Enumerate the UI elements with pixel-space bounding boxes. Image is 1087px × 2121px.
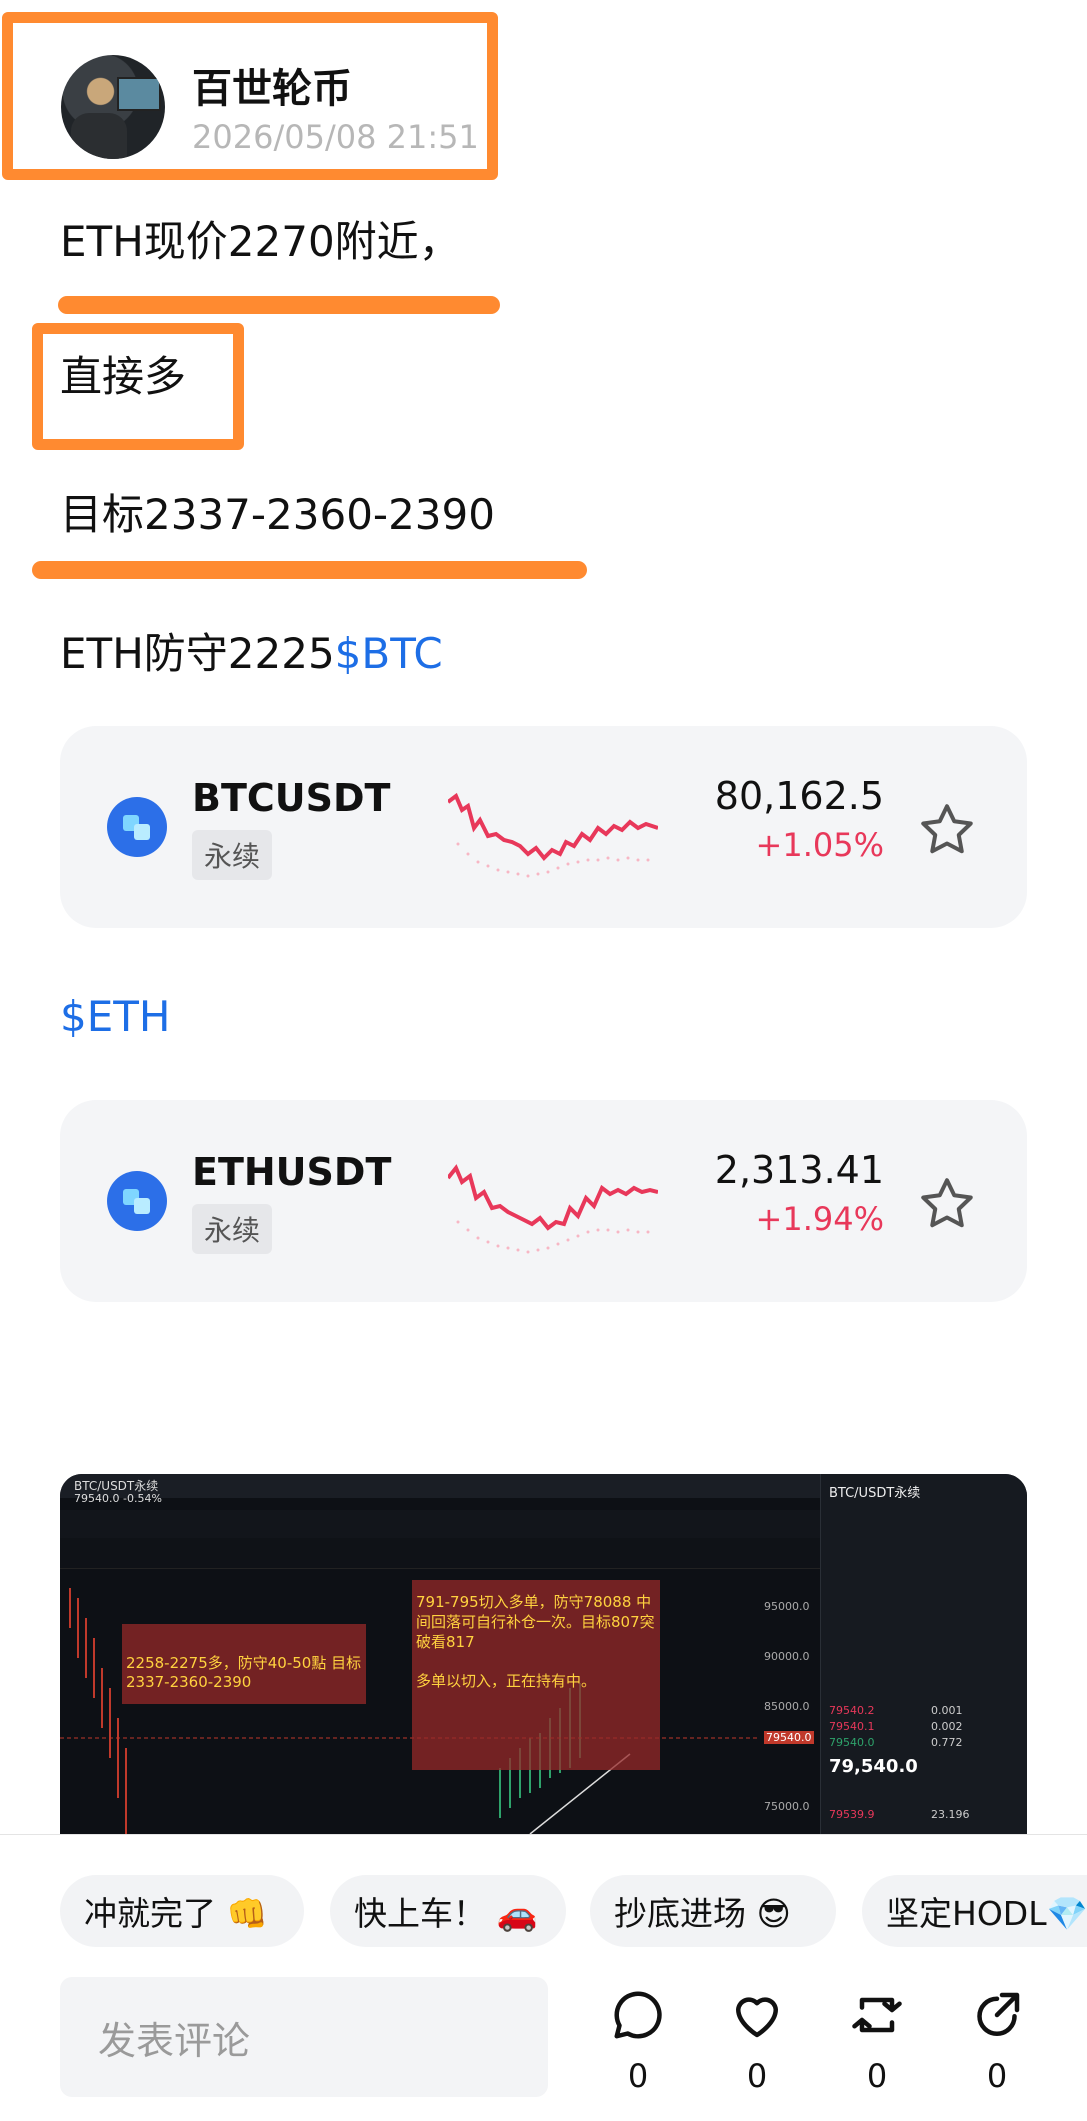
post-line-2: 直接多 bbox=[60, 352, 187, 401]
reaction-chip[interactable]: 快上车！ 🚗 bbox=[330, 1875, 566, 1947]
post-line-1: ETH现价2270附近， bbox=[60, 217, 461, 266]
ticker-card-btc[interactable]: BTCUSDT 永续 80,162.5 +1.05% bbox=[60, 726, 1027, 928]
ticker-symbol: ETHUSDT bbox=[192, 1150, 392, 1194]
orderbook-qty: 0.772 bbox=[931, 1736, 963, 1749]
post-line-4-text: ETH防守2225 bbox=[60, 629, 335, 678]
ticker-change: +1.05% bbox=[755, 826, 884, 864]
chart-price-line: 79540.0 -0.54% bbox=[74, 1492, 162, 1505]
share-count: 0 bbox=[986, 2057, 1008, 2095]
orderbook-qty: 0.001 bbox=[931, 1704, 963, 1717]
orderbook-title: BTC/USDT永续 bbox=[829, 1486, 921, 1501]
orange-underline-2 bbox=[32, 561, 587, 579]
eth-tag-link[interactable]: $ETH bbox=[60, 992, 171, 1041]
post-line-4: ETH防守2225$BTC bbox=[60, 620, 443, 681]
axis-label-current: 79540.0 bbox=[764, 1731, 814, 1744]
sparkline-chart bbox=[448, 1164, 658, 1254]
btc-tag-link[interactable]: $BTC bbox=[335, 629, 443, 678]
trading-chart-screenshot[interactable]: BTC/USDT永续 79540.0 -0.54% 2258-2275多，防守4… bbox=[60, 1474, 1027, 1834]
star-icon[interactable] bbox=[917, 1174, 977, 1234]
perpetual-badge: 永续 bbox=[192, 1204, 273, 1254]
axis-label: 95000.0 bbox=[764, 1600, 810, 1613]
note-box-right: 791-795切入多单，防守78088 中间回落可自行补仓一次。目标807突破看… bbox=[412, 1580, 660, 1770]
orderbook-price: 79540.2 bbox=[829, 1704, 875, 1717]
orange-underline-1 bbox=[58, 296, 500, 314]
chart-tabs-bar bbox=[60, 1474, 820, 1498]
axis-label: 85000.0 bbox=[764, 1700, 810, 1713]
orderbook-price: 79540.0 bbox=[829, 1736, 875, 1749]
comment-icon[interactable] bbox=[608, 1985, 668, 2045]
orderbook-panel: BTC/USDT永续 79540.2 0.001 79540.1 0.002 7… bbox=[820, 1474, 1027, 1834]
bottom-action-bar: 冲就完了 👊 快上车！ 🚗 抄底进场 😎 坚定HODL💎 发表评论 0 0 0 … bbox=[0, 1834, 1087, 2121]
orderbook-last-price: 79,540.0 bbox=[829, 1756, 918, 1777]
ticker-symbol: BTCUSDT bbox=[192, 776, 391, 820]
orderbook-qty: 0.002 bbox=[931, 1720, 963, 1733]
comment-input[interactable]: 发表评论 bbox=[60, 1977, 548, 2097]
note-right-text-1: 791-795切入多单，防守78088 中间回落可自行补仓一次。目标807突破看… bbox=[416, 1593, 655, 1651]
note-left-text: 2258-2275多，防守40-50點 目标2337-2360-2390 bbox=[126, 1654, 362, 1691]
coin-logo-icon bbox=[107, 1171, 167, 1231]
ticker-change: +1.94% bbox=[755, 1200, 884, 1238]
share-icon[interactable] bbox=[967, 1985, 1027, 2045]
ticker-price: 2,313.41 bbox=[714, 1148, 884, 1192]
post-line-3: 目标2337-2360-2390 bbox=[60, 490, 495, 539]
orderbook-qty: 23.196 bbox=[931, 1808, 970, 1821]
sparkline-chart bbox=[448, 792, 658, 878]
perpetual-badge: 永续 bbox=[192, 830, 273, 880]
note-box-left: 2258-2275多，防守40-50點 目标2337-2360-2390 bbox=[122, 1624, 366, 1704]
axis-label: 75000.0 bbox=[764, 1800, 810, 1813]
coin-logo-icon bbox=[107, 797, 167, 857]
orderbook-price: 79539.9 bbox=[829, 1808, 875, 1821]
axis-label: 90000.0 bbox=[764, 1650, 810, 1663]
reaction-chip[interactable]: 抄底进场 😎 bbox=[590, 1875, 836, 1947]
chart-drawing-tools bbox=[60, 1538, 820, 1569]
star-icon[interactable] bbox=[917, 800, 977, 860]
repost-count: 0 bbox=[866, 2057, 888, 2095]
reaction-chip[interactable]: 坚定HODL💎 bbox=[862, 1875, 1087, 1947]
repost-icon[interactable] bbox=[847, 1985, 907, 2045]
heart-icon[interactable] bbox=[727, 1985, 787, 2045]
ticker-price: 80,162.5 bbox=[714, 774, 884, 818]
orderbook-price: 79540.1 bbox=[829, 1720, 875, 1733]
reaction-chip[interactable]: 冲就完了 👊 bbox=[60, 1875, 304, 1947]
note-right-text-2: 多单以切入，正在持有中。 bbox=[416, 1672, 597, 1690]
chart-toolbar bbox=[60, 1510, 820, 1539]
orange-highlight-box-header bbox=[2, 12, 498, 180]
ticker-card-eth[interactable]: ETHUSDT 永续 2,313.41 +1.94% bbox=[60, 1100, 1027, 1302]
price-axis: 95000.0 90000.0 85000.0 79540.0 75000.0 bbox=[760, 1568, 820, 1834]
comment-count: 0 bbox=[627, 2057, 649, 2095]
like-count: 0 bbox=[746, 2057, 768, 2095]
